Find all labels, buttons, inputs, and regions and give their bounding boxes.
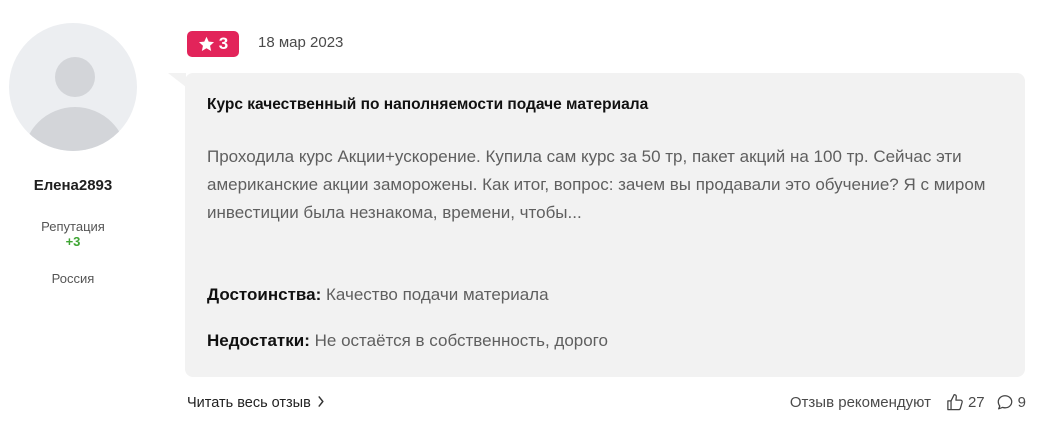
thumbs-up-icon [945,393,965,412]
cons-text: Не остаётся в собственность, дорого [314,331,608,350]
recommend-label: Отзыв рекомендуют [789,394,931,411]
reputation-label: Репутация [41,219,105,234]
author-name[interactable]: Елена2893 [0,177,146,194]
likes-count: 27 [967,394,985,411]
star-icon [198,36,215,52]
rating-badge: 3 [187,31,239,57]
review-stats: Отзыв рекомендуют 27 9 [790,393,1026,412]
read-more-label: Читать весь отзыв [187,395,311,411]
rating-value: 3 [218,34,229,53]
comments-count: 9 [1017,394,1026,411]
review-pros: Достоинства: Качество подачи материала [207,285,549,305]
bubble-tail [168,73,186,87]
avatar[interactable] [9,23,137,151]
avatar-placeholder-body [23,107,127,151]
review-cons: Недостатки: Не остаётся в собственность,… [207,331,608,351]
cons-label: Недостатки: [207,331,310,350]
review-date: 18 мар 2023 [258,34,344,51]
pros-label: Достоинства: [207,285,322,304]
reputation-value: +3 [65,234,81,249]
likes-button[interactable]: 27 [945,393,985,412]
comment-icon [995,393,1015,412]
review-title[interactable]: Курс качественный по наполняемости подач… [207,96,648,114]
chevron-right-icon [317,395,325,411]
author-country: Россия [51,271,95,286]
author-panel: Елена2893 Репутация +3 Россия [0,0,162,427]
avatar-placeholder-head [55,57,95,97]
comments-button[interactable]: 9 [995,393,1026,412]
pros-text: Качество подачи материала [326,285,549,304]
read-more-link[interactable]: Читать весь отзыв [187,395,325,411]
review-body: Проходила курс Акции+ускорение. Купила с… [207,147,986,222]
